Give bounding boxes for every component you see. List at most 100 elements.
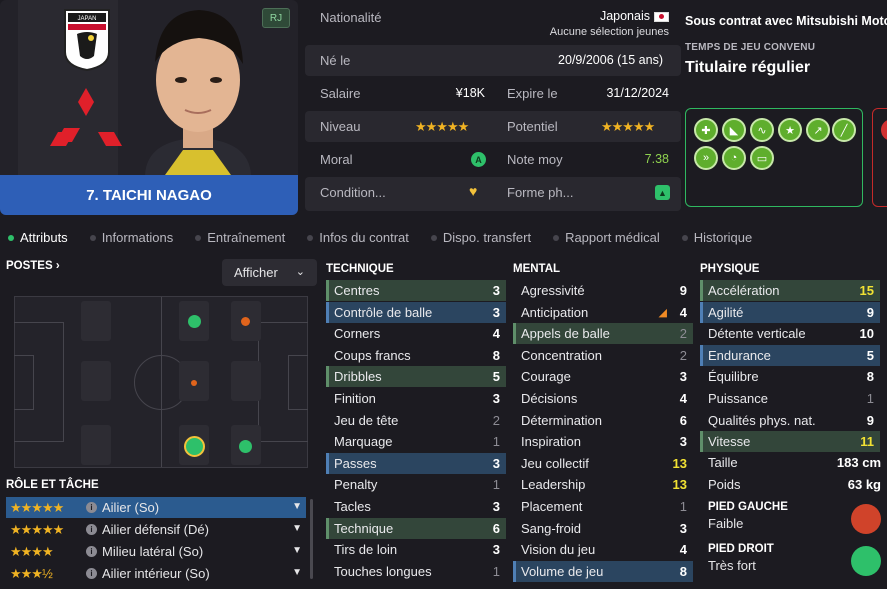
attribute-value: 13 xyxy=(672,477,687,493)
attribute-row[interactable]: Placement 1 xyxy=(513,496,693,517)
role-label: Ailier défensif (Dé) xyxy=(102,522,209,537)
weight-label: Poids xyxy=(708,477,741,492)
attribute-row[interactable]: Concentration 2 xyxy=(513,345,693,366)
info-icon[interactable]: i xyxy=(86,546,97,557)
role-row[interactable]: ★★★★★ i Ailier (So) ▼ xyxy=(6,497,306,518)
chevron-down-icon[interactable]: ▼ xyxy=(292,523,302,534)
attribute-value: 4 xyxy=(679,542,687,558)
curve-icon[interactable]: ∿ xyxy=(750,118,774,142)
attribute-row[interactable]: Technique 6 xyxy=(326,517,506,539)
attribute-row[interactable]: Centres 3 xyxy=(326,280,506,301)
tab-historique[interactable]: Historique xyxy=(674,230,752,245)
tab-infos-contrat[interactable]: Infos du contrat xyxy=(299,230,409,245)
attribute-row[interactable]: Tirs de loin 3 xyxy=(326,539,506,560)
attribute-row[interactable]: Jeu de tête 2 xyxy=(326,410,506,431)
medical-icon[interactable]: ✚ xyxy=(694,118,718,142)
attribute-row[interactable]: Agilité 9 xyxy=(700,301,880,323)
attribute-row[interactable]: Courage 3 xyxy=(513,366,693,387)
attribute-row[interactable]: Jeu collectif 13 xyxy=(513,453,693,474)
attribute-row[interactable]: Qualités phys. nat. 9 xyxy=(700,410,880,431)
attribute-row[interactable]: Accélération 15 xyxy=(700,280,880,301)
player-card: JAPAN RJ 7. TAICHI NAGAO xyxy=(0,0,298,215)
attribute-value: 3 xyxy=(492,391,500,406)
attribute-row[interactable]: Tacles 3 xyxy=(326,496,506,517)
attribute-row[interactable]: Leadership 13 xyxy=(513,474,693,495)
salary-value: ¥18K xyxy=(455,86,485,100)
attribute-row[interactable]: Sang-froid 3 xyxy=(513,518,693,539)
negative-trait-icon[interactable] xyxy=(881,119,887,141)
height-value: 183 cm xyxy=(836,455,881,470)
tab-rapport-medical[interactable]: Rapport médical xyxy=(545,230,660,245)
attribute-row[interactable]: Équilibre 8 xyxy=(700,366,880,387)
chevron-down-icon[interactable]: ▼ xyxy=(292,545,302,556)
positions-pitch[interactable] xyxy=(14,296,308,468)
attribute-row[interactable]: Anticipation ◢ 4 xyxy=(513,302,693,323)
trend-up-icon[interactable]: ↗ xyxy=(806,118,830,142)
role-label: Ailier (So) xyxy=(102,500,160,515)
tab-informations[interactable]: Informations xyxy=(82,230,173,245)
chevron-down-icon[interactable]: ▼ xyxy=(292,567,302,578)
attribute-name: Courage xyxy=(521,369,571,385)
attribute-row[interactable]: Penalty 1 xyxy=(326,474,506,495)
clock-boot-icon[interactable]: ◔ xyxy=(722,146,746,170)
attribute-row[interactable]: Endurance 5 xyxy=(700,344,880,366)
tab-dispo-transfert[interactable]: Dispo. transfert xyxy=(423,230,531,245)
attribute-row[interactable]: Touches longues 1 xyxy=(326,561,506,582)
running-boots-icon[interactable]: » xyxy=(694,146,718,170)
attribute-row[interactable]: Agressivité 9 xyxy=(513,280,693,301)
attribute-row[interactable]: Dribbles 5 xyxy=(326,366,506,388)
positions-title[interactable]: POSTES › xyxy=(6,260,60,272)
form-up-icon[interactable]: ▲ xyxy=(655,185,670,200)
attribute-name: Placement xyxy=(521,499,583,514)
attribute-row[interactable]: Passes 3 xyxy=(326,452,506,474)
contract-heading: Sous contrat avec Mitsubishi Motors xyxy=(685,14,887,28)
boot-icon[interactable]: ◣ xyxy=(722,118,746,142)
attribute-value: 1 xyxy=(492,563,500,579)
attribute-name: Vitesse xyxy=(708,434,751,450)
attribute-name: Dribbles xyxy=(334,369,382,385)
attribute-value: 4 xyxy=(679,391,687,406)
morale-row: Moral A Note moy 7.38 xyxy=(305,144,681,175)
slot-dm-center xyxy=(81,361,111,401)
tab-attributs[interactable]: Attributs xyxy=(0,230,68,245)
attribute-name: Équilibre xyxy=(708,369,759,385)
condition-row: Condition... ♥ Forme ph... ▲ xyxy=(305,177,681,211)
role-row[interactable]: ★★★★★ i Ailier défensif (Dé) ▼ xyxy=(6,519,306,540)
attribute-row[interactable]: Vision du jeu 4 xyxy=(513,539,693,560)
attribute-row[interactable]: Contrôle de balle 3 xyxy=(326,301,506,323)
attribute-row[interactable]: Détente verticale 10 xyxy=(700,323,880,344)
display-dropdown[interactable]: Afficher ⌄ xyxy=(222,259,317,286)
info-icon[interactable]: i xyxy=(86,502,97,513)
pitch-icon[interactable]: ▭ xyxy=(750,146,774,170)
attribute-row[interactable]: Volume de jeu 8 xyxy=(513,560,693,582)
nationality-label: Nationalité xyxy=(320,10,382,25)
salary-row: Salaire ¥18K Expire le 31/12/2024 xyxy=(305,78,681,109)
star-icon[interactable]: ★ xyxy=(778,118,802,142)
attribute-row[interactable]: Appels de balle 2 xyxy=(513,323,693,345)
right-goal-box xyxy=(288,355,308,410)
attribute-row[interactable]: Décisions 4 xyxy=(513,388,693,409)
info-icon[interactable]: i xyxy=(86,568,97,579)
attribute-row[interactable]: Corners 4 xyxy=(326,323,506,344)
highlight-mark xyxy=(326,280,329,301)
chevron-down-icon[interactable]: ▼ xyxy=(292,501,302,512)
tab-entrainement[interactable]: Entraînement xyxy=(187,230,285,245)
morale-icon[interactable]: A xyxy=(471,152,486,167)
bandage-icon[interactable]: ╱ xyxy=(832,118,856,142)
attribute-name: Coups francs xyxy=(334,347,411,363)
role-row[interactable]: ★★★★ i Milieu latéral (So) ▼ xyxy=(6,541,306,562)
attribute-value: 1 xyxy=(866,391,874,406)
role-row[interactable]: ★★★½ i Ailier intérieur (So) ▼ xyxy=(6,563,306,584)
level-row: Niveau ★★★★★ Potentiel ★★★★★ xyxy=(305,111,681,142)
attribute-row[interactable]: Puissance 1 xyxy=(700,388,880,409)
attribute-row[interactable]: Coups francs 8 xyxy=(326,345,506,366)
attribute-row[interactable]: Marquage 1 xyxy=(326,431,506,452)
info-icon[interactable]: i xyxy=(86,524,97,535)
attribute-row[interactable]: Inspiration 3 xyxy=(513,431,693,452)
heart-icon[interactable]: ♥ xyxy=(469,183,477,199)
attribute-name: Agressivité xyxy=(521,283,585,298)
attribute-row[interactable]: Vitesse 11 xyxy=(700,431,880,453)
roles-scrollbar[interactable] xyxy=(310,499,313,579)
attribute-row[interactable]: Détermination 6 xyxy=(513,410,693,431)
attribute-row[interactable]: Finition 3 xyxy=(326,388,506,409)
